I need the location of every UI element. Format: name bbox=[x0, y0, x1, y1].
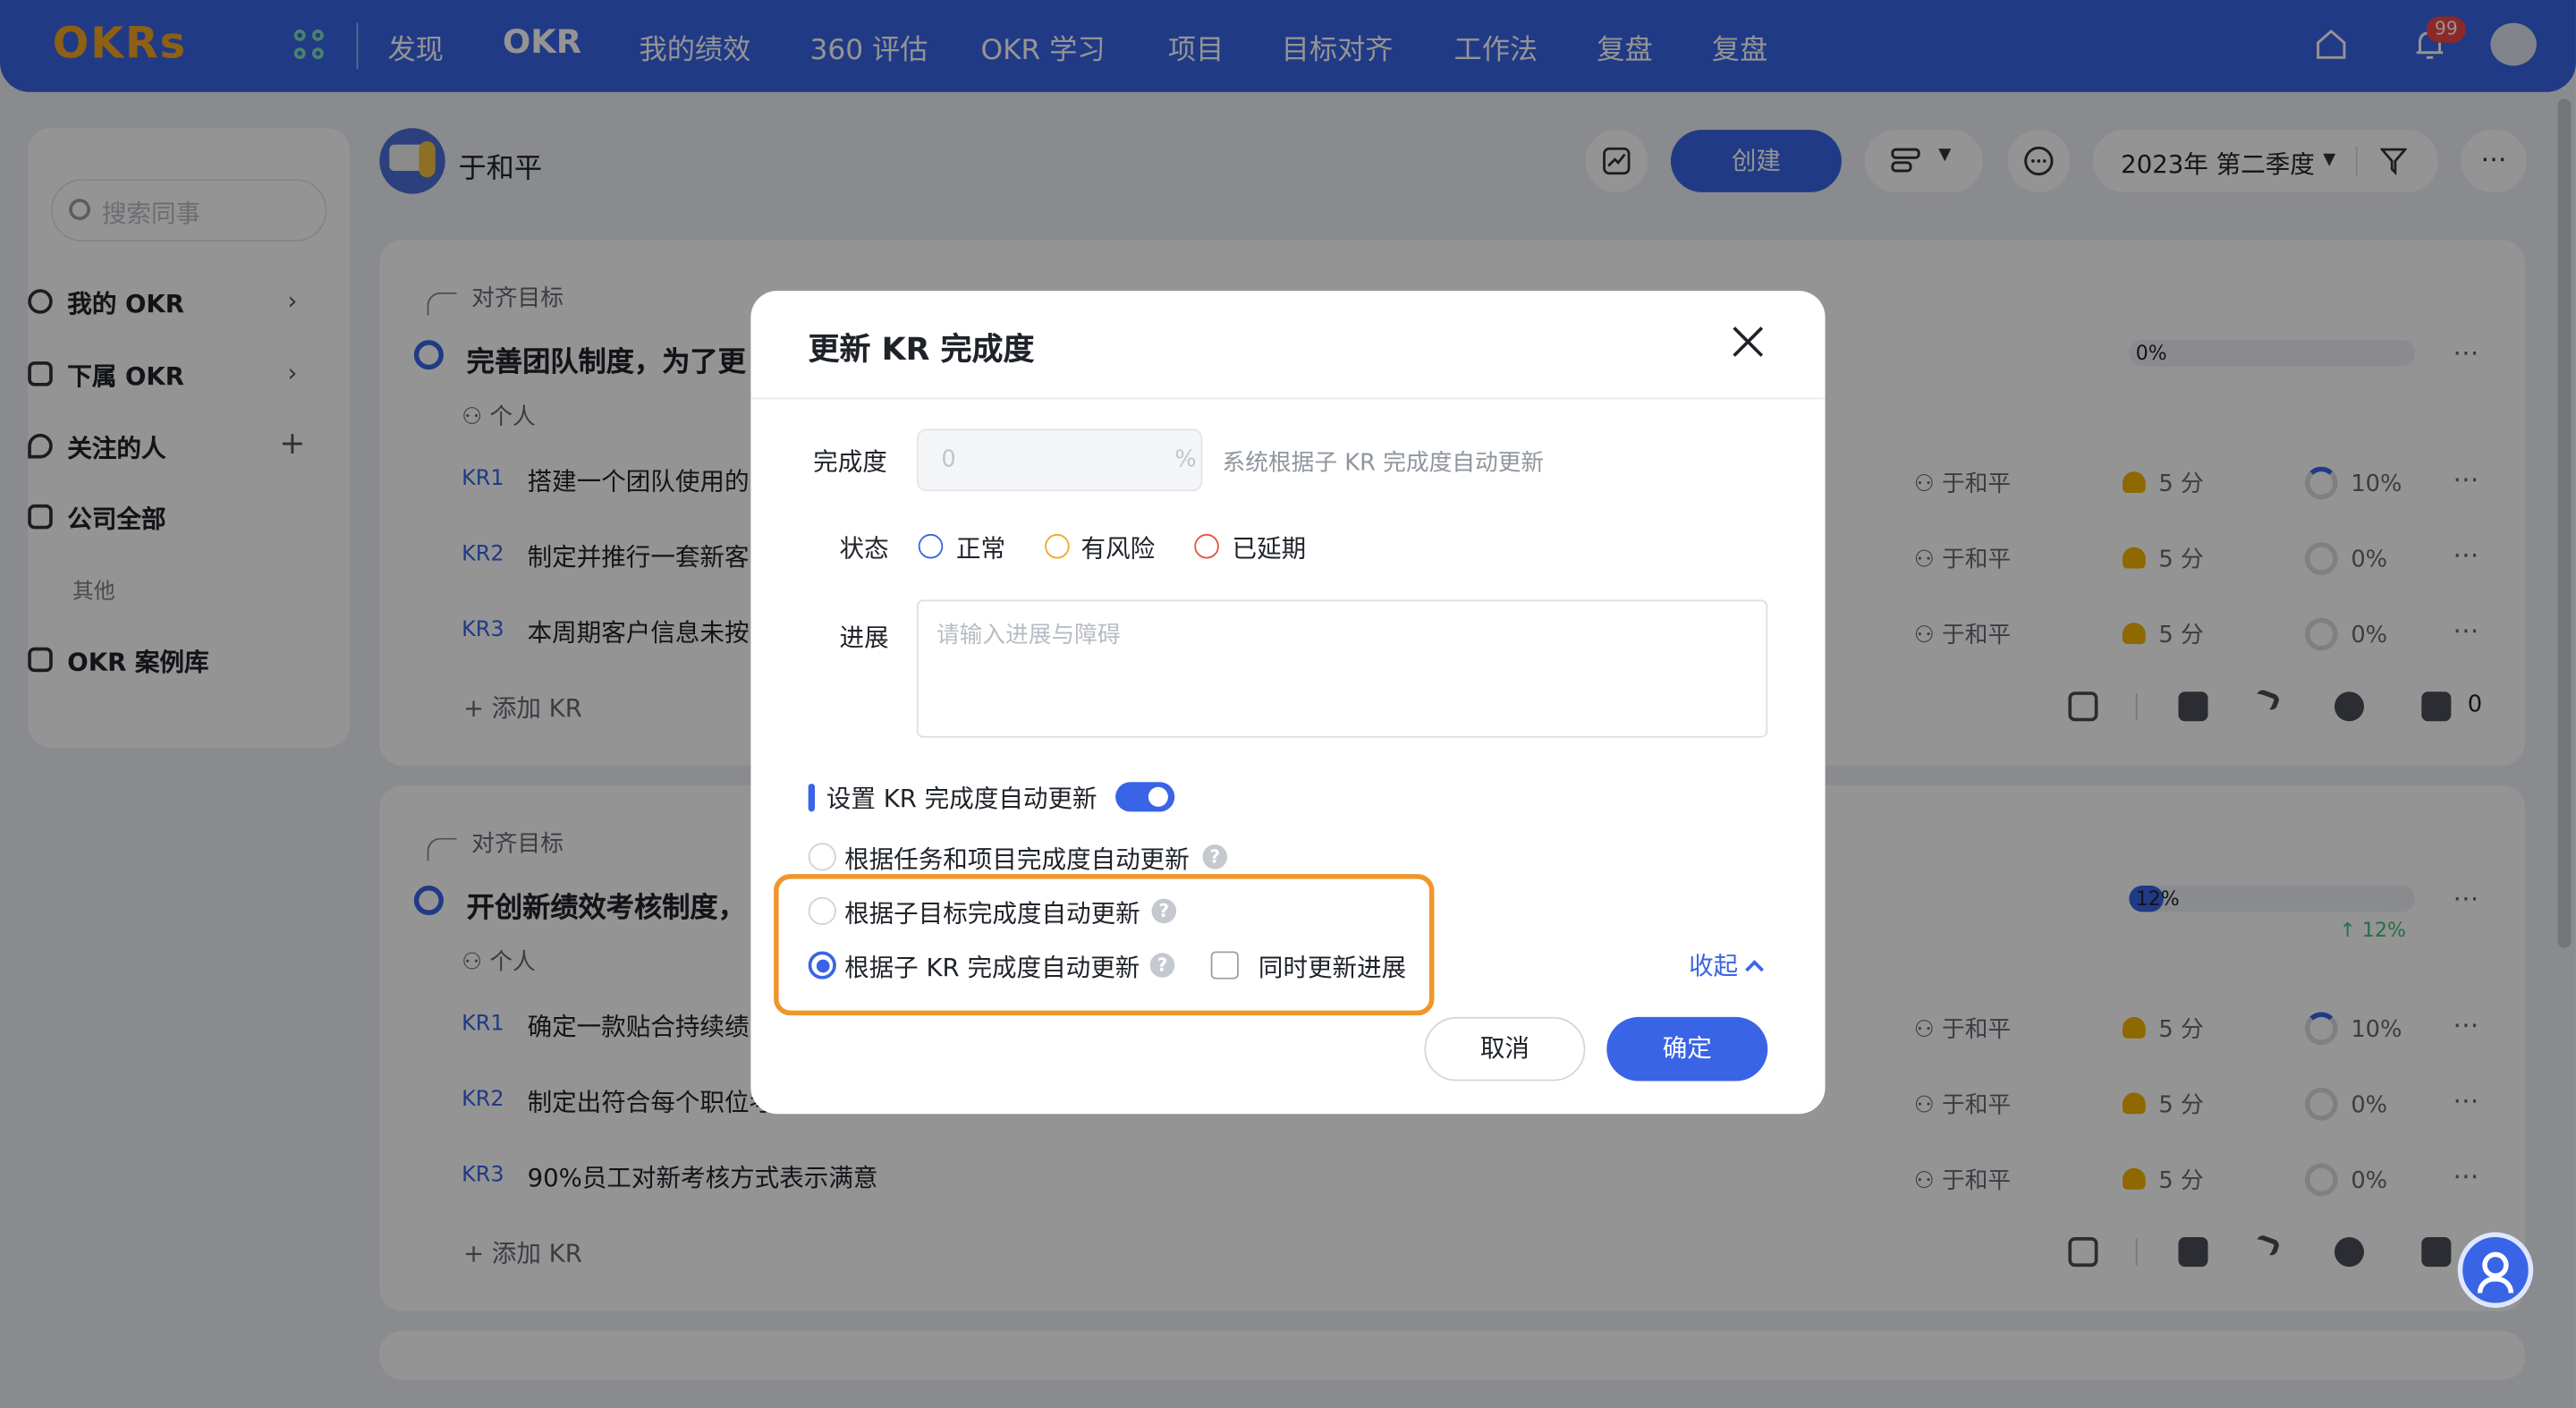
support-button[interactable] bbox=[2457, 1232, 2534, 1309]
user-icon bbox=[2482, 1251, 2509, 1278]
status-normal-label[interactable]: 正常 bbox=[956, 530, 1005, 565]
auto-update-toggle[interactable] bbox=[1115, 782, 1175, 812]
completion-label: 完成度 bbox=[813, 446, 887, 477]
status-risk-label[interactable]: 有风险 bbox=[1081, 530, 1156, 565]
option-task-project-label[interactable]: 根据任务和项目完成度自动更新 bbox=[844, 841, 1190, 876]
auto-update-label: 设置 KR 完成度自动更新 bbox=[826, 784, 1097, 814]
completion-hint: 系统根据子 KR 完成度自动更新 bbox=[1222, 450, 1545, 477]
help-icon[interactable]: ? bbox=[1202, 844, 1228, 869]
progress-textarea[interactable]: 请输入进展与障碍 bbox=[916, 599, 1768, 738]
chevron-up-icon bbox=[1745, 960, 1765, 980]
status-label: 状态 bbox=[839, 533, 889, 564]
status-risk-radio[interactable] bbox=[1045, 533, 1070, 559]
progress-label: 进展 bbox=[839, 623, 889, 653]
confirm-button[interactable]: 确定 bbox=[1606, 1016, 1768, 1081]
status-delayed-radio[interactable] bbox=[1194, 533, 1219, 559]
option-task-project-radio[interactable] bbox=[808, 843, 836, 871]
cancel-button[interactable]: 取消 bbox=[1424, 1016, 1586, 1081]
status-normal-radio[interactable] bbox=[918, 533, 944, 559]
update-kr-dialog: 更新 KR 完成度 完成度 0 % 系统根据子 KR 完成度自动更新 状态 正常… bbox=[750, 291, 1826, 1115]
highlight-box bbox=[774, 874, 1435, 1016]
collapse-button[interactable]: 收起 bbox=[1689, 948, 1765, 983]
completion-input[interactable]: 0 % bbox=[916, 428, 1203, 492]
close-icon[interactable] bbox=[1730, 324, 1766, 360]
status-delayed-label[interactable]: 已延期 bbox=[1233, 530, 1307, 565]
dialog-title: 更新 KR 完成度 bbox=[808, 332, 1035, 369]
